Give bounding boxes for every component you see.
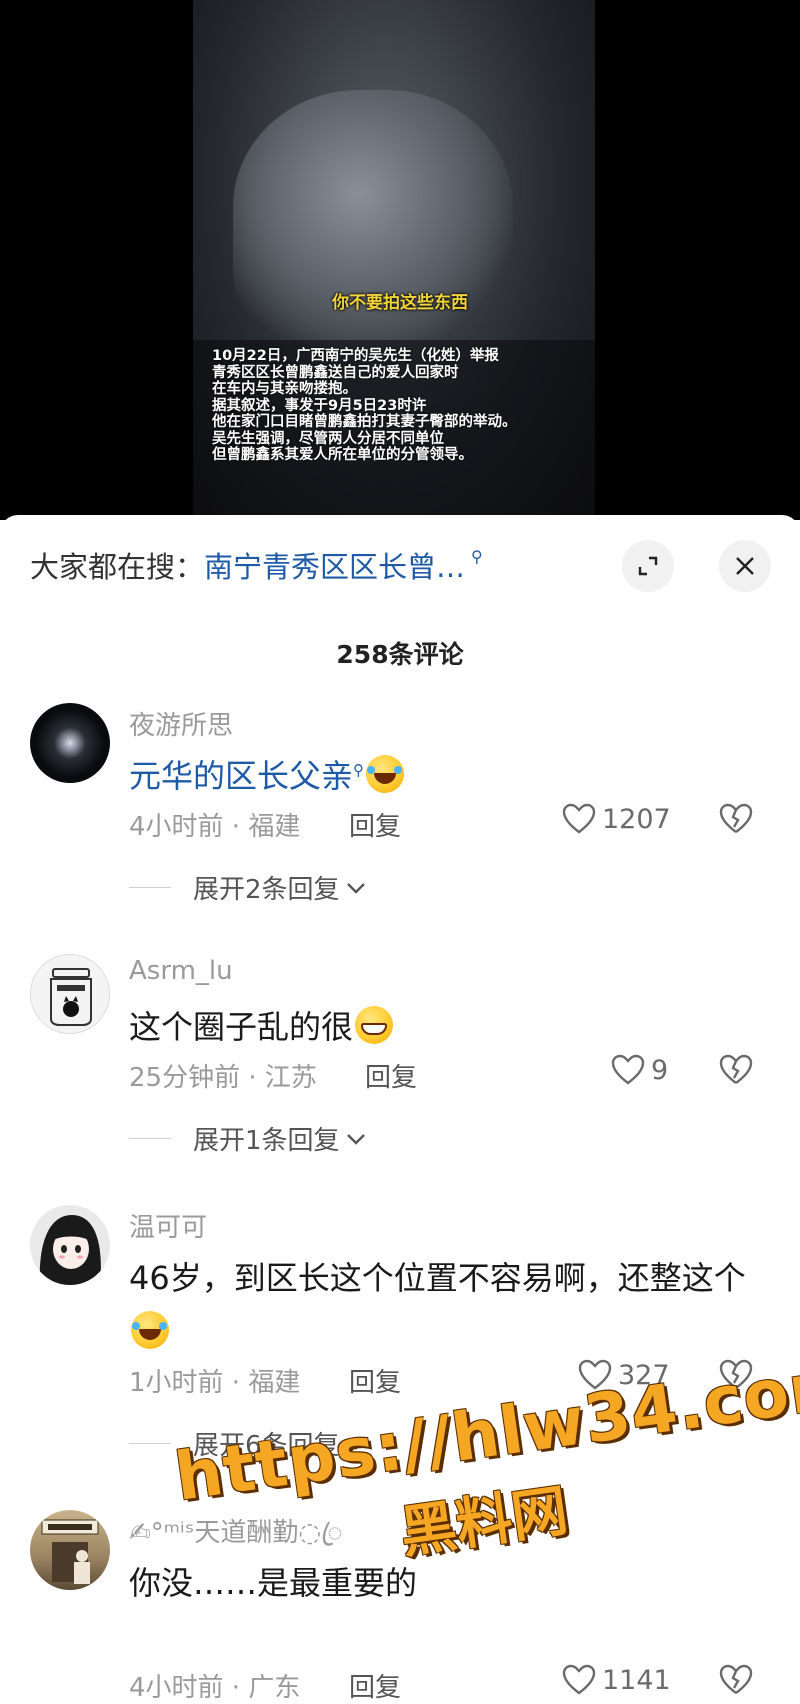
comment-meta: 1小时前 · 福建 xyxy=(129,1368,301,1398)
comment-text: 元华的区长父亲⚲ xyxy=(129,749,749,809)
comment-text: 46岁，到区长这个位置不容易啊，还整这个 xyxy=(129,1251,769,1359)
reply-button[interactable]: 回复 xyxy=(365,1057,417,1094)
avatar[interactable] xyxy=(30,954,110,1034)
shop-sign-avatar-image xyxy=(41,1519,99,1584)
comment-sheet: 大家都在搜： 南宁青秀区区长曾… ⚲ 258条评论 夜游所思 元华的区长父亲⚲ … xyxy=(0,515,800,1703)
laughing-tears-emoji xyxy=(131,1311,169,1349)
like-button[interactable]: 9 xyxy=(611,1054,668,1086)
grinning-emoji xyxy=(355,1006,394,1044)
dislike-button[interactable] xyxy=(719,803,753,839)
dislike-button[interactable] xyxy=(719,1054,753,1090)
caption-line: 吴先生强调，尽管两人分居不同单位 xyxy=(212,430,444,447)
comment-username[interactable]: 温可可 xyxy=(129,1207,207,1244)
like-count: 327 xyxy=(618,1359,670,1391)
avatar[interactable] xyxy=(30,703,110,783)
divider xyxy=(129,887,171,888)
close-button[interactable] xyxy=(719,540,771,592)
broken-heart-icon xyxy=(719,803,753,833)
comment-username[interactable]: 夜游所思 xyxy=(129,705,233,742)
comment-count: 258条评论 xyxy=(336,640,464,669)
broken-heart-icon xyxy=(719,1359,753,1389)
broken-heart-icon xyxy=(719,1054,753,1084)
caption-line: 青秀区区长曾鹏鑫送自己的爱人回家时 xyxy=(212,364,459,381)
divider xyxy=(129,1138,171,1139)
comment-text-content[interactable]: 这个圈子乱的很 xyxy=(129,1008,353,1046)
reply-button[interactable]: 回复 xyxy=(349,806,401,843)
caption-line: 在车内与其亲吻搂抱。 xyxy=(212,381,357,397)
caption-line: 据其叙述，事发于9月5日23时许 xyxy=(212,397,427,414)
search-icon: ⚲ xyxy=(353,761,365,779)
expand-replies-label: 展开2条回复 xyxy=(193,875,340,905)
chevron-down-icon xyxy=(346,1438,365,1450)
chevron-down-icon xyxy=(346,1133,365,1145)
divider xyxy=(129,1443,171,1444)
comment-meta: 4小时前 · 福建 xyxy=(129,812,301,842)
trending-search[interactable]: 大家都在搜： 南宁青秀区区长曾… ⚲ xyxy=(30,540,483,590)
search-icon: ⚲ xyxy=(471,546,483,566)
laughing-tears-emoji xyxy=(366,755,405,793)
comment-text: 这个圈子乱的很 xyxy=(129,1000,749,1054)
like-button[interactable]: 1207 xyxy=(562,803,671,835)
video-subtitle: 你不要拍这些东西 xyxy=(332,293,468,313)
expand-icon xyxy=(638,556,658,576)
heart-icon xyxy=(562,803,596,834)
close-icon xyxy=(736,557,754,575)
video-player[interactable]: 你不要拍这些东西 10月22日，广西南宁的吴先生（化姓）举报 青秀区区长曾鹏鑫送… xyxy=(0,0,800,520)
comment-text-content[interactable]: 46岁，到区长这个位置不容易啊，还整这个 xyxy=(129,1259,746,1297)
caption-line: 10月22日，广西南宁的吴先生（化姓）举报 xyxy=(212,348,499,364)
comment-meta: 4小时前 · 广东 xyxy=(129,1673,301,1703)
like-count: 1207 xyxy=(602,803,671,835)
avatar[interactable] xyxy=(30,1510,110,1590)
reply-button[interactable]: 回复 xyxy=(349,1667,401,1704)
expand-replies[interactable]: 展开1条回复 xyxy=(129,1120,366,1157)
trending-search-label: 大家都在搜： xyxy=(30,550,205,584)
heart-icon xyxy=(562,1664,596,1695)
jar-cat-avatar-image xyxy=(50,968,92,1026)
reply-button[interactable]: 回复 xyxy=(349,1362,401,1399)
comment-text[interactable]: 你没……是最重要的 xyxy=(129,1556,749,1610)
like-count: 9 xyxy=(651,1054,669,1086)
expand-button[interactable] xyxy=(622,540,674,592)
like-count: 1141 xyxy=(602,1664,671,1696)
anime-girl-avatar-image xyxy=(39,1215,101,1285)
video-caption: 10月22日，广西南宁的吴先生（化姓）举报 青秀区区长曾鹏鑫送自己的爱人回家时 … xyxy=(212,348,592,464)
dislike-button[interactable] xyxy=(719,1359,753,1395)
comment-meta: 25分钟前 · 江苏 xyxy=(129,1063,317,1093)
chevron-down-icon xyxy=(346,882,365,894)
expand-replies[interactable]: 展开6条回复 xyxy=(129,1425,366,1462)
expand-replies[interactable]: 展开2条回复 xyxy=(129,869,366,906)
comment-text-content[interactable]: 元华的区长父亲 xyxy=(129,757,353,795)
avatar[interactable] xyxy=(30,1205,110,1285)
caption-line: 他在家门口目睹曾鹏鑫拍打其妻子臀部的举动。 xyxy=(212,414,517,430)
heart-icon xyxy=(611,1054,645,1085)
expand-replies-label: 展开6条回复 xyxy=(193,1431,340,1461)
like-button[interactable]: 327 xyxy=(578,1359,670,1391)
heart-icon xyxy=(578,1359,612,1390)
broken-heart-icon xyxy=(719,1664,753,1694)
trending-search-term[interactable]: 南宁青秀区区长曾… xyxy=(204,544,465,586)
expand-replies-label: 展开1条回复 xyxy=(193,1126,340,1156)
dislike-button[interactable] xyxy=(719,1664,753,1700)
comment-username[interactable]: Asrm_lu xyxy=(129,956,233,986)
like-button[interactable]: 1141 xyxy=(562,1664,671,1696)
caption-line: 但曾鹏鑫系其爱人所在单位的分管领导。 xyxy=(212,447,473,463)
